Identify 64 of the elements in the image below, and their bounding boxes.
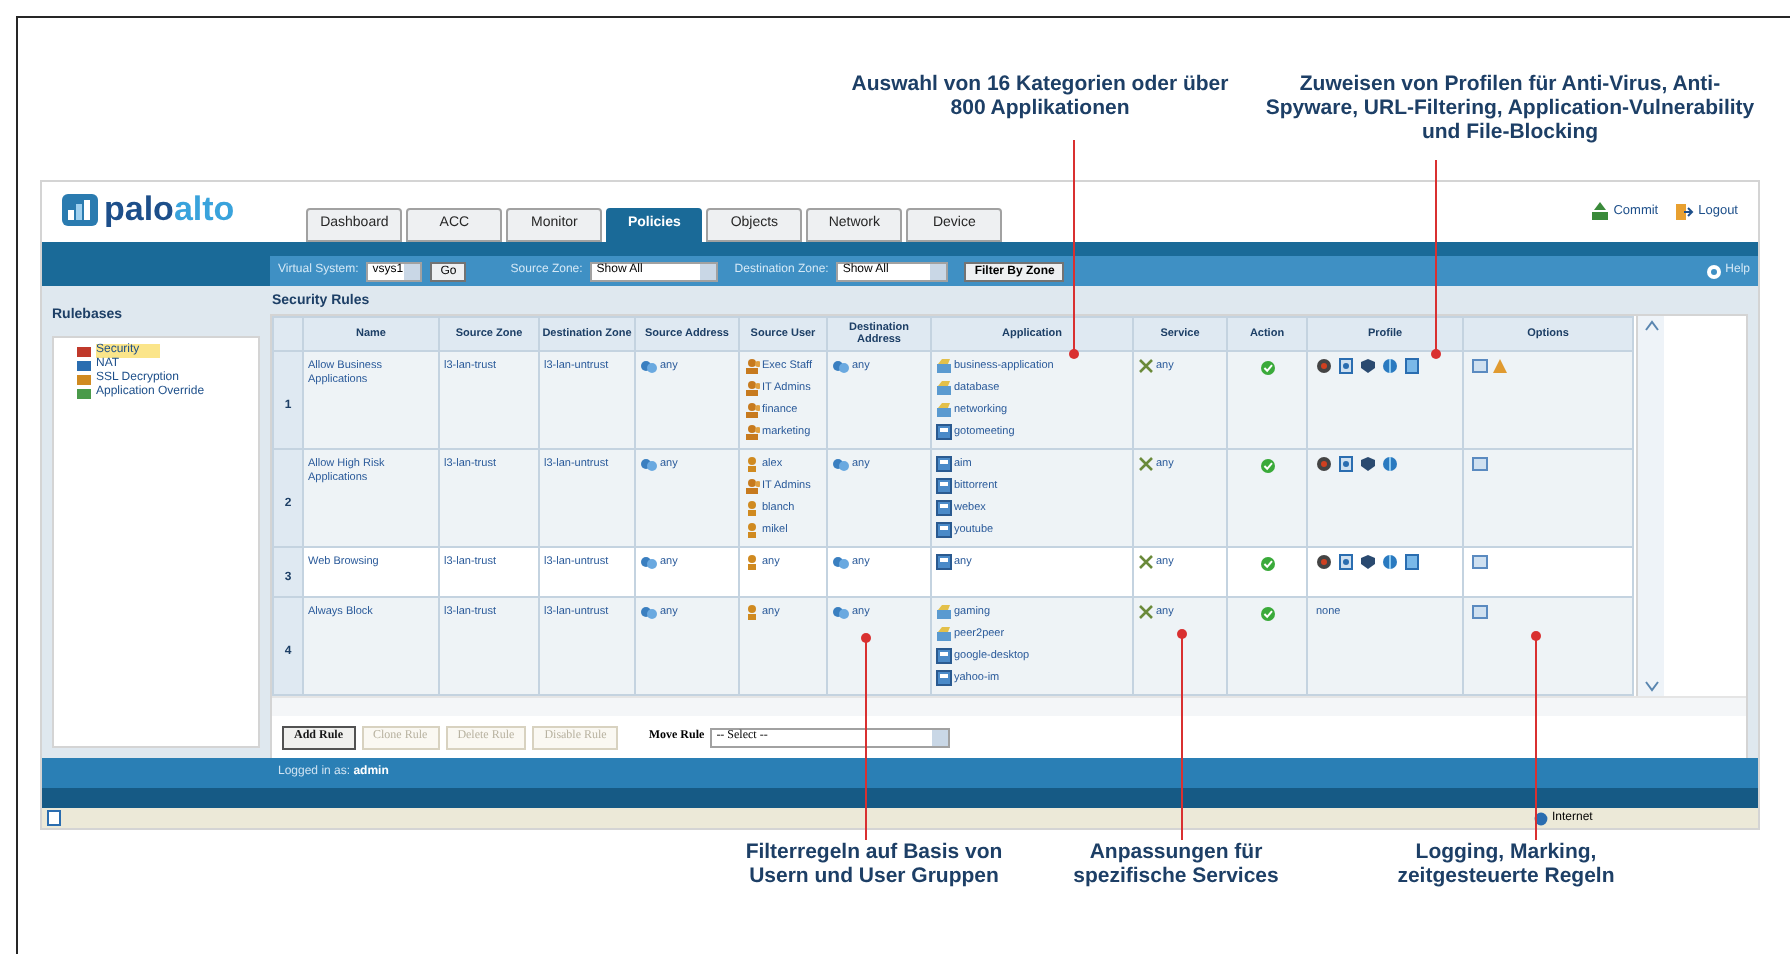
callout-text: Logging, Marking, zeitgesteuerte Regeln [1395,840,1617,888]
user-group-icon [744,402,760,418]
callout-text: Filterregeln auf Basis von Usern und User Gruppen [743,840,1005,888]
user-group-icon [744,380,760,396]
document-icon [1338,554,1354,570]
scroll-up-icon[interactable] [1643,319,1659,331]
category-icon [936,358,952,374]
category-icon [936,402,952,418]
callout-text: Anpassungen für spezifische Services [1071,840,1281,888]
tools-icon [1138,604,1154,620]
commit-icon[interactable] [1589,202,1610,222]
category-icon [936,604,952,620]
user-icon [744,604,760,620]
document-icon [1472,554,1488,570]
user-icon [744,456,760,472]
address-icon [832,456,850,472]
user-icon [744,500,760,516]
document-icon [1472,358,1488,374]
address-icon [640,604,658,620]
file-icon [1404,554,1420,570]
address-icon [640,358,658,374]
scroll-down-icon[interactable] [1643,679,1659,691]
tools-icon [1138,358,1154,374]
help-icon[interactable] [1705,263,1722,279]
callout-text: Auswahl von 16 Kategorien oder über 800 Applikationen [849,72,1231,120]
tools-icon [1138,554,1154,570]
tools-icon [1138,456,1154,472]
document-icon [1472,456,1488,472]
file-icon [1404,358,1420,374]
globe-icon [1382,358,1398,374]
user-group-icon [744,478,760,494]
callout-text: Zuweisen von Profilen für Anti-Virus, Anti-Spyware, URL-Filtering, Application-Vulnerability und File-Blocking [1263,72,1757,144]
user-icon [744,522,760,538]
application-icon [936,456,952,472]
address-icon [640,554,658,570]
category-icon [936,626,952,642]
user-icon [744,554,760,570]
user-group-icon [744,424,760,440]
logo-text: paloalto [104,192,235,226]
user-group-icon [744,358,760,374]
application-icon [936,424,952,440]
logo-icon [62,193,98,225]
page-icon [46,810,62,826]
application-icon [936,648,952,664]
document-icon [1338,456,1354,472]
category-icon [936,380,952,396]
warning-icon [1492,358,1508,374]
document-icon [1338,358,1354,374]
application-icon [936,522,952,538]
globe-icon [1382,456,1398,472]
application-icon [936,478,952,494]
logout-icon[interactable] [1674,202,1695,222]
horizontal-scrollbar[interactable] [272,695,1746,715]
application-icon [936,554,952,570]
address-icon [832,604,850,620]
globe-icon [1534,811,1548,825]
address-icon [832,554,850,570]
application-icon [936,670,952,686]
application-icon [936,500,952,516]
address-icon [832,358,850,374]
document-icon [1472,604,1488,620]
globe-icon [1382,554,1398,570]
address-icon [640,456,658,472]
scrollbar[interactable] [1636,315,1664,695]
